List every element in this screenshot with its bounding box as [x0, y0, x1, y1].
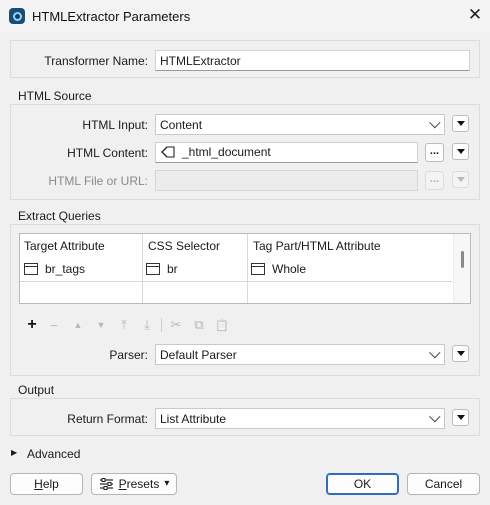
html-input-menu-button[interactable] — [452, 115, 469, 132]
extract-queries-legend: Extract Queries — [18, 209, 101, 223]
move-down-icon: ▼ — [96, 320, 106, 330]
html-content-menu-button[interactable] — [452, 143, 469, 160]
return-format-label: Return Format: — [67, 412, 148, 426]
move-bottom-icon: ⤓ — [144, 317, 150, 332]
dropdown-arrow-icon: ▾ — [164, 478, 170, 489]
cancel-button[interactable]: Cancel — [407, 473, 480, 495]
scrollbar-thumb[interactable] — [461, 251, 464, 268]
transformer-name-label: Transformer Name: — [44, 54, 148, 68]
cut-icon: ✂ — [170, 317, 182, 332]
return-format-menu-button[interactable] — [452, 409, 469, 426]
table-scrollbar[interactable] — [453, 234, 470, 303]
add-row-icon[interactable]: + — [24, 316, 40, 333]
column-header-tag-part[interactable]: Tag Part/HTML Attribute — [249, 234, 449, 258]
queries-table: Target Attribute CSS Selector Tag Part/H… — [19, 233, 471, 304]
chevron-down-icon — [429, 411, 441, 423]
row-divider — [20, 281, 452, 282]
window-title: HTMLExtractor Parameters — [32, 9, 191, 24]
html-content-browse-button[interactable]: ... — [425, 143, 444, 162]
move-top-icon: ⤒ — [121, 317, 127, 332]
html-file-label: HTML File or URL: — [48, 174, 148, 188]
column-divider — [142, 234, 143, 303]
table-cell-target-attribute[interactable]: br_tags — [24, 258, 140, 280]
chevron-down-icon — [429, 117, 441, 129]
help-button[interactable]: Help — [10, 473, 83, 495]
parser-value: Default Parser — [160, 348, 237, 362]
cell-text: br — [167, 262, 178, 276]
parser-label: Parser: — [109, 348, 148, 362]
cell-text: Whole — [272, 262, 307, 276]
expand-arrow-icon[interactable]: ▶ — [11, 448, 17, 457]
app-icon — [9, 8, 25, 24]
triangle-down-icon — [456, 351, 465, 356]
table-cell-tag-part[interactable]: Whole — [251, 258, 446, 280]
copy-icon: ⧉ — [194, 317, 204, 332]
advanced-section-toggle[interactable]: Advanced — [27, 447, 80, 461]
sliders-icon — [99, 478, 113, 490]
triangle-down-icon — [456, 177, 465, 182]
html-file-browse-button: ... — [425, 171, 444, 190]
attribute-icon — [24, 263, 38, 275]
column-header-target-attribute[interactable]: Target Attribute — [20, 234, 143, 258]
html-input-label: HTML Input: — [82, 118, 148, 132]
close-icon[interactable]: ✕ — [467, 6, 483, 24]
output-legend: Output — [18, 383, 55, 397]
html-input-value: Content — [160, 118, 203, 132]
presets-label: Presets — [118, 477, 160, 491]
attribute-value-icon — [161, 146, 175, 158]
ok-button[interactable]: OK — [326, 473, 399, 495]
html-file-menu-button — [452, 171, 469, 188]
html-content-input[interactable]: _html_document — [155, 142, 418, 163]
parser-select[interactable]: Default Parser — [155, 344, 445, 365]
html-file-input — [155, 170, 418, 191]
remove-row-icon: − — [50, 317, 58, 333]
text-icon — [146, 263, 160, 275]
triangle-down-icon — [456, 149, 465, 154]
table-cell-css-selector[interactable]: br — [146, 258, 244, 280]
html-input-select[interactable]: Content — [155, 114, 445, 135]
column-header-css-selector[interactable]: CSS Selector — [144, 234, 248, 258]
chevron-down-icon — [429, 347, 441, 359]
cell-text: br_tags — [45, 262, 86, 276]
column-divider — [247, 234, 248, 303]
html-source-legend: HTML Source — [18, 89, 92, 103]
parser-menu-button[interactable] — [452, 345, 469, 362]
presets-button[interactable]: Presets ▾ — [91, 473, 177, 495]
triangle-down-icon — [456, 415, 465, 420]
text-icon — [251, 263, 265, 275]
transformer-name-input[interactable]: HTMLExtractor — [155, 50, 470, 71]
html-content-label: HTML Content: — [67, 146, 148, 160]
triangle-down-icon — [456, 121, 465, 126]
html-content-value: _html_document — [182, 145, 271, 159]
toolbar-separator — [161, 318, 162, 332]
move-up-icon: ▲ — [73, 320, 83, 330]
return-format-value: List Attribute — [160, 412, 227, 426]
paste-icon: 📋 — [215, 319, 229, 332]
return-format-select[interactable]: List Attribute — [155, 408, 445, 429]
